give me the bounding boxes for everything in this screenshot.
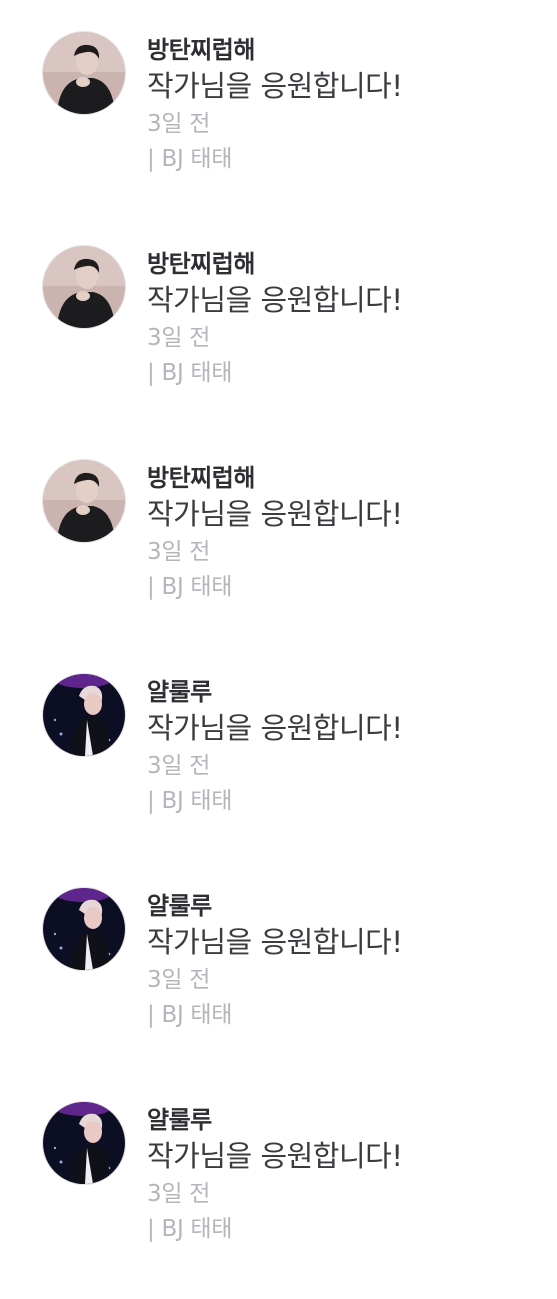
user-avatar-dark-suit-icon[interactable] bbox=[43, 246, 125, 328]
comment-time: 3일 전 bbox=[147, 325, 211, 351]
comment-message: 작가님을 응원합니다! bbox=[147, 1139, 403, 1173]
comment-time: 3일 전 bbox=[147, 111, 211, 137]
user-avatar-stage-performer-icon[interactable] bbox=[43, 1102, 125, 1184]
comment-body: 얄룰루 작가님을 응원합니다! 3일 전 | BJ 태태 bbox=[147, 1104, 403, 1246]
comment-author[interactable]: 방탄찌럽해 bbox=[147, 462, 402, 494]
comment-item: 얄룰루 작가님을 응원합니다! 3일 전 | BJ 태태 bbox=[0, 642, 557, 822]
comment-message: 작가님을 응원합니다! bbox=[147, 283, 403, 317]
user-avatar-stage-performer-icon[interactable] bbox=[43, 674, 125, 756]
comment-source: | BJ 태태 bbox=[147, 788, 233, 814]
comment-item: 얄룰루 작가님을 응원합니다! 3일 전 | BJ 태태 bbox=[0, 1070, 557, 1250]
comment-body: 방탄찌럽해 작가님을 응원합니다! 3일 전 | BJ 태태 bbox=[147, 248, 403, 390]
comment-item: 방탄찌럽해 작가님을 응원합니다! 3일 전 | BJ 태태 bbox=[0, 428, 557, 608]
comment-source: | BJ 태태 bbox=[147, 1002, 233, 1028]
comment-source: | BJ 태태 bbox=[147, 360, 233, 386]
comment-item: 얄룰루 작가님을 응원합니다! 3일 전 | BJ 태태 bbox=[0, 856, 557, 1036]
comment-item: 방탄찌럽해 작가님을 응원합니다! 3일 전 | BJ 태태 bbox=[0, 0, 557, 180]
comment-source: | BJ 태태 bbox=[147, 574, 233, 600]
comment-source: | BJ 태태 bbox=[147, 1216, 233, 1242]
comment-body: 얄룰루 작가님을 응원합니다! 3일 전 | BJ 태태 bbox=[147, 890, 403, 1032]
comment-time: 3일 전 bbox=[147, 753, 211, 779]
user-avatar-dark-suit-icon[interactable] bbox=[43, 32, 125, 114]
comment-body: 얄룰루 작가님을 응원합니다! 3일 전 | BJ 태태 bbox=[147, 676, 403, 818]
user-avatar-stage-performer-icon[interactable] bbox=[43, 888, 125, 970]
user-avatar-dark-suit-icon[interactable] bbox=[43, 460, 125, 542]
comment-message: 작가님을 응원합니다! bbox=[147, 925, 403, 959]
comment-item: 방탄찌럽해 작가님을 응원합니다! 3일 전 | BJ 태태 bbox=[0, 214, 557, 394]
comment-time: 3일 전 bbox=[147, 539, 211, 565]
comment-author[interactable]: 방탄찌럽해 bbox=[147, 248, 402, 280]
comment-author[interactable]: 얄룰루 bbox=[147, 890, 402, 922]
comment-time: 3일 전 bbox=[147, 1181, 211, 1207]
comment-author[interactable]: 방탄찌럽해 bbox=[147, 34, 402, 66]
comment-author[interactable]: 얄룰루 bbox=[147, 676, 402, 708]
comment-author[interactable]: 얄룰루 bbox=[147, 1104, 402, 1136]
comment-body: 방탄찌럽해 작가님을 응원합니다! 3일 전 | BJ 태태 bbox=[147, 462, 403, 604]
comment-time: 3일 전 bbox=[147, 967, 211, 993]
comment-message: 작가님을 응원합니다! bbox=[147, 497, 403, 531]
comment-message: 작가님을 응원합니다! bbox=[147, 69, 403, 103]
comment-message: 작가님을 응원합니다! bbox=[147, 711, 403, 745]
comment-body: 방탄찌럽해 작가님을 응원합니다! 3일 전 | BJ 태태 bbox=[147, 34, 403, 176]
comment-source: | BJ 태태 bbox=[147, 146, 233, 172]
